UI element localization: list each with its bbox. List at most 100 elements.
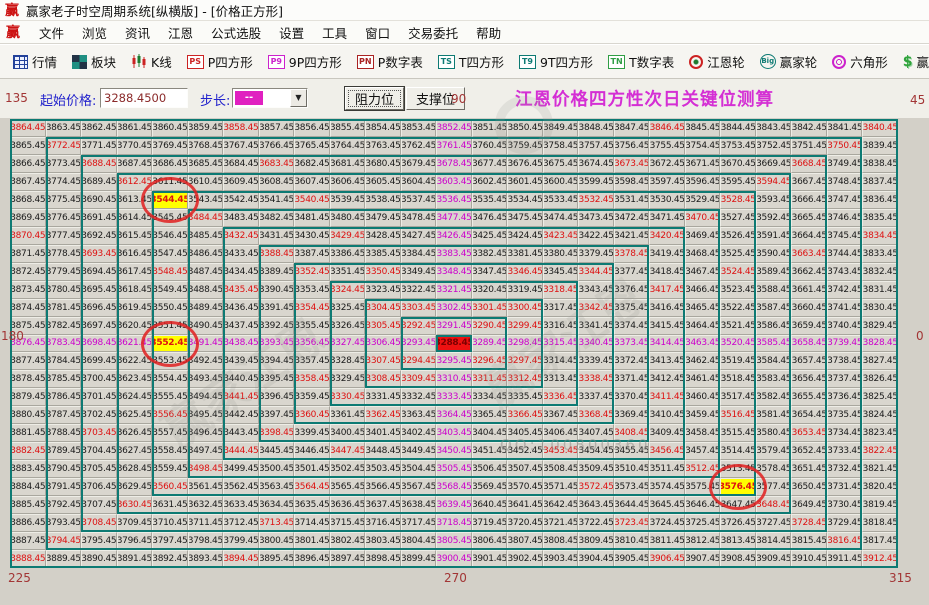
grid-cell: 3530.45 <box>649 190 685 209</box>
grid-cell: 3369.45 <box>613 406 650 425</box>
grid-cell: 3805.45 <box>436 532 472 551</box>
grid-cell: 3375.45 <box>613 298 650 317</box>
grid-cell: 3352.45 <box>294 262 330 281</box>
grid-cell: 3394.45 <box>258 352 295 371</box>
menu-item-江恩[interactable]: 江恩 <box>159 24 202 43</box>
grid-cell: 3710.45 <box>152 514 188 533</box>
menu-item-工具[interactable]: 工具 <box>313 24 356 43</box>
grid-cell: 3697.45 <box>81 316 117 335</box>
start-price-input[interactable] <box>100 88 188 108</box>
grid-cell: 3819.45 <box>862 496 898 515</box>
grid-cell: 3376.45 <box>613 280 650 299</box>
chevron-down-icon[interactable]: ▼ <box>290 89 307 107</box>
grid-cell: 3885.45 <box>10 496 46 515</box>
toolbar-button-kline[interactable]: K线 <box>128 50 175 73</box>
grid-cell: 3898.45 <box>365 550 401 568</box>
toolbar-button-sectors[interactable]: 板块 <box>69 50 119 73</box>
grid-cell: 3607.45 <box>294 172 330 191</box>
grid-cell: 3616.45 <box>116 244 153 263</box>
grid-cell: 3443.45 <box>223 424 259 443</box>
grid-cell: 3548.45 <box>152 262 188 281</box>
toolbar-button-p-number-table[interactable]: PN P数字表 <box>354 50 426 73</box>
grid-cell: 3871.45 <box>10 244 46 263</box>
grid-cell: 3307.45 <box>365 352 401 371</box>
grid-cell: 3780.45 <box>45 280 82 299</box>
grid-cell: 3493.45 <box>187 370 224 389</box>
toolbar-button-gann-wheel[interactable]: 江恩轮 <box>686 50 748 73</box>
grid-cell: 3362.45 <box>365 406 401 425</box>
menu-item-设置[interactable]: 设置 <box>270 24 313 43</box>
grid-cell: 3421.45 <box>613 226 650 245</box>
menu-item-文件[interactable]: 文件 <box>30 24 73 43</box>
resistance-button[interactable]: 阻力位 <box>345 87 405 110</box>
menu-item-资讯[interactable]: 资讯 <box>116 24 159 43</box>
grid-cell: 3803.45 <box>365 532 401 551</box>
grid-cell: 3825.45 <box>862 388 898 407</box>
toolbar-button-winner-service[interactable]: $赢家服务 <box>900 50 929 73</box>
grid-cell: 3609.45 <box>223 172 259 191</box>
grid-cell: 3365.45 <box>471 406 508 425</box>
grid-cell: 3558.45 <box>152 442 188 461</box>
grid-cell: 3593.45 <box>755 190 792 209</box>
grid-cell: 3831.45 <box>862 280 898 299</box>
step-dropdown[interactable]: -- ▼ <box>232 88 308 108</box>
menu-item-窗口[interactable]: 窗口 <box>356 24 399 43</box>
grid-cell: 3299.45 <box>507 316 543 335</box>
grid-cell: 3649.45 <box>791 496 827 515</box>
grid-cell: 3776.45 <box>45 208 82 227</box>
grid-cell: 3398.45 <box>258 424 295 443</box>
grid-cell: 3848.45 <box>578 119 614 137</box>
grid-cell: 3625.45 <box>116 406 153 425</box>
toolbar-button-9p-square[interactable]: P9 9P四方形 <box>265 50 345 73</box>
grid-cell: 3605.45 <box>365 172 401 191</box>
toolbar-button-hexagon[interactable]: 六角形 <box>829 50 891 73</box>
grid-cell: 3766.45 <box>258 136 295 155</box>
grid-cell: 3717.45 <box>400 514 437 533</box>
grid-cell: 3637.45 <box>365 496 401 515</box>
grid-cell: 3432.45 <box>223 226 259 245</box>
menu-item-公式选股[interactable]: 公式选股 <box>202 24 270 43</box>
grid-cell: 3420.45 <box>649 226 685 245</box>
toolbar-button-p-square[interactable]: PS P四方形 <box>184 50 256 73</box>
grid-cell: 3509.45 <box>578 460 614 479</box>
grid-cell: 3773.45 <box>45 154 82 173</box>
grid-cell: 3891.45 <box>116 550 153 568</box>
grid-cell: 3665.45 <box>791 208 827 227</box>
grid-cell: 3737.45 <box>826 370 863 389</box>
grid-cell: 3459.45 <box>684 406 721 425</box>
grid-cell: 3808.45 <box>542 532 579 551</box>
grid-cell-center: 3288.45 <box>436 334 472 353</box>
grid-cell: 3513.45 <box>720 460 756 479</box>
menu-item-帮助[interactable]: 帮助 <box>467 24 510 43</box>
toolbar-button-market-quotes[interactable]: 行情 <box>10 50 60 73</box>
grid-cell: 3740.45 <box>826 316 863 335</box>
grid-cell: 3458.45 <box>684 424 721 443</box>
grid-cell: 3406.45 <box>542 424 579 443</box>
grid-cell: 3629.45 <box>116 478 153 497</box>
toolbar-button-winner-wheel[interactable]: Big 赢家轮 <box>757 50 821 73</box>
menu-item-浏览[interactable]: 浏览 <box>73 24 116 43</box>
table-icon <box>13 54 28 69</box>
toolbar-button-9t-square[interactable]: T9 9T四方形 <box>516 50 596 73</box>
toolbar-button-t-square[interactable]: TS T四方形 <box>435 50 507 73</box>
grid-cell: 3297.45 <box>507 352 543 371</box>
grid-cell: 3466.45 <box>684 280 721 299</box>
grid-cell: 3591.45 <box>755 226 792 245</box>
grid-cell: 3430.45 <box>294 226 330 245</box>
menu-item-交易委托[interactable]: 交易委托 <box>399 24 467 43</box>
grid-cell: 3743.45 <box>826 262 863 281</box>
grid-cell: 3745.45 <box>826 226 863 245</box>
grid-cell: 3687.45 <box>116 154 153 173</box>
grid-cell: 3716.45 <box>365 514 401 533</box>
grid-cell: 3612.45 <box>116 172 153 191</box>
grid-cell: 3549.45 <box>152 280 188 299</box>
grid-cell: 3529.45 <box>684 190 721 209</box>
grid-cell: 3727.45 <box>755 514 792 533</box>
grid-cell: 3800.45 <box>258 532 295 551</box>
grid-cell: 3839.45 <box>862 136 898 155</box>
grid-cell: 3417.45 <box>649 280 685 299</box>
grid-cell: 3485.45 <box>187 226 224 245</box>
toolbar-button-t-number-table[interactable]: TN T数字表 <box>605 50 677 73</box>
grid-cell: 3749.45 <box>826 154 863 173</box>
grid-cell: 3465.45 <box>684 298 721 317</box>
